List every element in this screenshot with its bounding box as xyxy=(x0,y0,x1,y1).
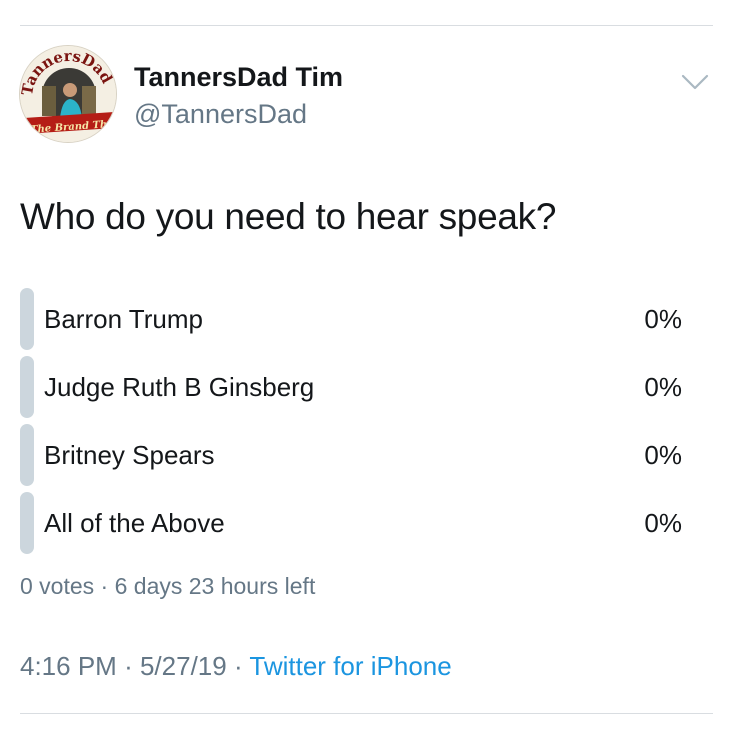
poll-option-percent: 0% xyxy=(644,372,682,402)
author-handle[interactable]: @TannersDad xyxy=(134,97,307,131)
author-display-name[interactable]: TannersDad Tim xyxy=(134,60,343,94)
top-divider xyxy=(20,25,713,26)
poll-option-percent: 0% xyxy=(644,440,682,470)
tweet-date[interactable]: 5/27/19 xyxy=(140,651,227,681)
footer-separator: · xyxy=(233,651,243,681)
avatar[interactable]: TannersDad The Brand That Ca xyxy=(19,45,117,143)
poll: Barron Trump 0% Judge Ruth B Ginsberg 0%… xyxy=(20,288,700,560)
poll-result-bar xyxy=(20,492,34,554)
poll-option: All of the Above 0% xyxy=(20,492,700,554)
poll-option: Barron Trump 0% xyxy=(20,288,700,350)
tweet-source-link[interactable]: Twitter for iPhone xyxy=(249,651,451,681)
footer-separator: · xyxy=(124,651,133,681)
poll-option-percent: 0% xyxy=(644,304,682,334)
tweet-text: Who do you need to hear speak? xyxy=(20,196,557,237)
avatar-logo-icon: TannersDad The Brand That Ca xyxy=(20,46,116,142)
tweet-footer: 4:16 PM · 5/27/19 · Twitter for iPhone xyxy=(20,649,452,683)
poll-result-bar xyxy=(20,424,34,486)
poll-option-label: All of the Above xyxy=(44,508,225,538)
poll-option-percent: 0% xyxy=(644,508,682,538)
poll-meta: 0 votes · 6 days 23 hours left xyxy=(20,573,316,599)
bottom-divider xyxy=(20,713,713,714)
poll-option-label: Barron Trump xyxy=(44,304,203,334)
chevron-down-icon[interactable] xyxy=(680,72,710,92)
tweet-time[interactable]: 4:16 PM xyxy=(20,651,117,681)
poll-option-label: Britney Spears xyxy=(44,440,215,470)
poll-option-label: Judge Ruth B Ginsberg xyxy=(44,372,315,402)
poll-option: Britney Spears 0% xyxy=(20,424,700,486)
poll-result-bar xyxy=(20,288,34,350)
poll-option: Judge Ruth B Ginsberg 0% xyxy=(20,356,700,418)
poll-result-bar xyxy=(20,356,34,418)
